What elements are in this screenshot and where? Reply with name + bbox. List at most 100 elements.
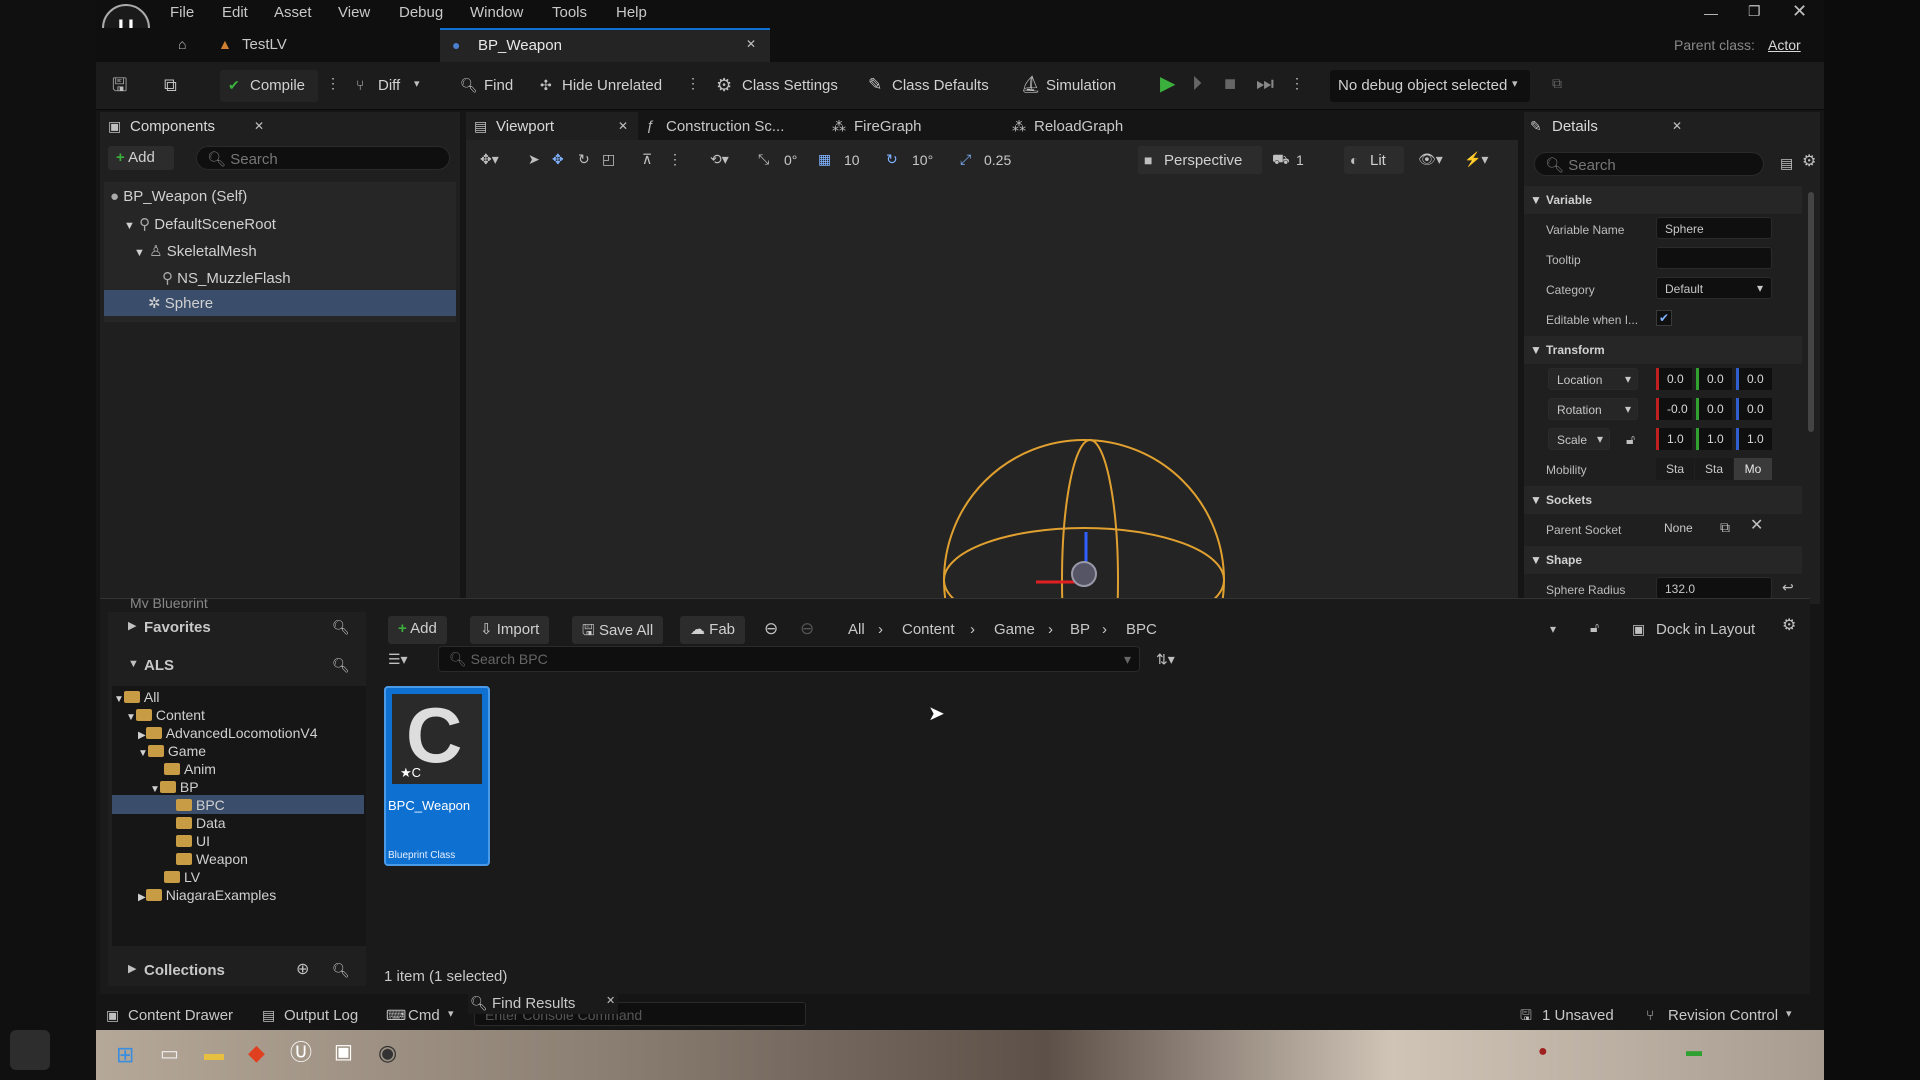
tree-item-defaultsceneroot[interactable]: ▼ ⚲ DefaultSceneRoot [124, 215, 276, 233]
tree-item-self[interactable]: ● BP_Weapon (Self) [110, 188, 247, 205]
scale-z-field[interactable]: 1.0 [1736, 428, 1772, 450]
category-dropdown[interactable]: Default ▾ [1656, 277, 1772, 299]
expand-arrow-icon[interactable]: ▼ [134, 247, 145, 259]
parent-class-link[interactable]: Actor [1768, 37, 1801, 53]
section-transform[interactable]: ▼ Transform [1524, 336, 1802, 364]
taskview-icon[interactable]: ▭ [160, 1044, 179, 1064]
minimize-icon[interactable]: — [1704, 6, 1718, 20]
sphere-collision-gizmo[interactable] [466, 140, 1518, 604]
explorer-icon[interactable]: ▬ [204, 1044, 224, 1064]
add-collection-icon[interactable]: ⊕ [296, 962, 309, 978]
folder-bpc[interactable]: BPC [176, 797, 225, 813]
menu-edit[interactable]: Edit [222, 4, 248, 21]
folder-game[interactable]: ▼ Game [138, 743, 206, 759]
history-back-icon[interactable]: ⊖ [764, 620, 778, 637]
hide-unrelated-button[interactable]: ✣ Hide Unrelated [540, 70, 670, 102]
breadcrumb-content[interactable]: Content [902, 621, 955, 638]
tree-item-sphere[interactable]: ✲ Sphere [104, 290, 456, 316]
tree-item-ns-muzzleflash[interactable]: ⚲ NS_MuzzleFlash [162, 269, 291, 287]
location-z-field[interactable]: 0.0 [1736, 368, 1772, 390]
breadcrumb-bp[interactable]: BP [1070, 621, 1090, 638]
clear-socket-icon[interactable]: ✕ [1750, 518, 1763, 534]
debug-browse-icon[interactable]: ⧉ [1552, 76, 1562, 90]
menu-file[interactable]: File [170, 4, 194, 21]
folder-niagaraexamples[interactable]: ▶ NiagaraExamples [138, 887, 276, 903]
components-search-input[interactable]: 🔍︎ Search [196, 146, 450, 170]
asset-tile-bpc-weapon[interactable]: C ★C BPC_Weapon Blueprint Class [384, 686, 490, 866]
simulation-button[interactable]: ⛵︎ Simulation [1020, 70, 1124, 102]
rotation-y-field[interactable]: 0.0 [1696, 398, 1732, 420]
rotation-z-field[interactable]: 0.0 [1736, 398, 1772, 420]
output-log-button[interactable]: ▤ Output Log [262, 1004, 382, 1026]
search-icon[interactable]: 🔍︎ [332, 620, 350, 634]
rotation-dropdown[interactable]: Rotation ▾ [1548, 398, 1638, 420]
save-all-button[interactable]: 🖫 Save All [572, 616, 664, 644]
content-search-input[interactable]: 🔍︎ Search BPC ▾ [438, 646, 1140, 672]
add-component-button[interactable]: + Add [108, 146, 174, 170]
close-tab-icon[interactable]: ✕ [746, 38, 756, 50]
resume-icon[interactable]: ⏵ [1192, 74, 1202, 94]
folder-advancedlocomotionv4[interactable]: ▶ AdvancedLocomotionV4 [138, 725, 317, 741]
folder-data[interactable]: Data [176, 815, 226, 831]
path-dropdown-icon[interactable]: ▾ [1550, 623, 1556, 635]
find-button[interactable]: 🔍︎ Find [460, 70, 522, 102]
reset-icon[interactable]: ↩ [1782, 580, 1794, 594]
close-window-icon[interactable]: ✕ [1792, 2, 1807, 20]
my-blueprint-tab[interactable]: My Blueprint [130, 598, 208, 608]
mobility-static-button[interactable]: Sta [1656, 458, 1694, 480]
socket-browse-icon[interactable]: ⧉ [1720, 520, 1730, 534]
location-x-field[interactable]: 0.0 [1656, 368, 1692, 390]
folder-lv[interactable]: LV [164, 869, 200, 885]
content-drawer-button[interactable]: ▣ Content Drawer [106, 1004, 256, 1026]
debug-object-dropdown[interactable]: No debug object selected ▾ [1330, 70, 1530, 102]
breadcrumb-game[interactable]: Game [994, 621, 1035, 638]
menu-view[interactable]: View [338, 4, 370, 21]
tooltip-field[interactable] [1656, 247, 1772, 269]
unreal-taskbar-icon[interactable]: Ⓤ [290, 1042, 312, 1064]
breadcrumb-all[interactable]: All [848, 621, 865, 638]
property-matrix-icon[interactable]: ▤ [1780, 156, 1793, 170]
viewport[interactable]: ✥▾ ➤ ✥ ↻ ◰ ⊼ ⋮ ⟲▾ ⤡ 0° ▦ 10 ↻ 10° ⤢ 0.25… [466, 140, 1518, 604]
class-defaults-button[interactable]: ✎ Class Defaults [868, 70, 994, 102]
folder-content[interactable]: ▼ Content [126, 707, 205, 723]
section-shape[interactable]: ▼ Shape [1524, 546, 1802, 574]
scale-y-field[interactable]: 1.0 [1696, 428, 1732, 450]
tray-battery-icon[interactable]: ▬ [1686, 1044, 1702, 1060]
history-forward-icon[interactable]: ⊖ [800, 620, 814, 637]
close-tab-icon[interactable]: ✕ [606, 996, 615, 1007]
import-button[interactable]: ⇩ Import [470, 616, 550, 644]
tab-firegraph[interactable]: ⁂ FireGraph [832, 112, 992, 140]
add-asset-button[interactable]: + Add [388, 616, 447, 644]
close-tab-icon[interactable]: ✕ [254, 120, 264, 132]
location-dropdown[interactable]: Location ▾ [1548, 368, 1638, 390]
breadcrumb-bpc[interactable]: BPC [1126, 621, 1157, 638]
folder-ui[interactable]: UI [176, 833, 210, 849]
restore-icon[interactable]: ❐ [1748, 4, 1761, 18]
menu-tools[interactable]: Tools [552, 4, 587, 21]
editable-checkbox[interactable]: ✔ [1656, 310, 1672, 326]
folder-bpc-selected[interactable] [112, 795, 364, 814]
collections-header[interactable]: ▶ Collections ⊕ 🔍︎ [108, 956, 366, 986]
menu-asset[interactable]: Asset [274, 4, 312, 21]
save-icon[interactable]: 🖫 [112, 76, 127, 94]
tab-viewport[interactable]: ▤ Viewport ✕ [466, 112, 638, 140]
menu-window[interactable]: Window [470, 4, 523, 21]
scale-x-field[interactable]: 1.0 [1656, 428, 1692, 450]
tray-icon[interactable]: ● [1538, 1044, 1548, 1060]
unsaved-button[interactable]: 🖫 1 Unsaved [1520, 1004, 1630, 1026]
folder-bp[interactable]: ▼ BP [150, 779, 199, 795]
search-icon[interactable]: 🔍︎ [332, 963, 350, 977]
more-options-icon[interactable]: ⋮ [686, 76, 700, 90]
start-icon[interactable]: ⊞ [116, 1044, 134, 1066]
details-tab[interactable]: ✎ Details ✕ [1524, 112, 1684, 140]
tab-blueprint[interactable]: ● BP_Weapon ✕ [440, 28, 770, 62]
favorites-header[interactable]: ▶ Favorites 🔍︎ [108, 612, 366, 642]
folder-anim[interactable]: Anim [164, 761, 216, 777]
browse-icon[interactable]: ⧉ [164, 76, 177, 94]
folder-weapon[interactable]: Weapon [176, 851, 248, 867]
variable-name-field[interactable]: Sphere [1656, 217, 1772, 239]
details-search-input[interactable]: 🔍︎ Search [1534, 152, 1764, 176]
class-settings-button[interactable]: ⚙ Class Settings [716, 70, 842, 102]
sort-icon[interactable]: ⇅▾ [1156, 652, 1175, 666]
components-tab[interactable]: ▣ Components ✕ [100, 112, 280, 140]
